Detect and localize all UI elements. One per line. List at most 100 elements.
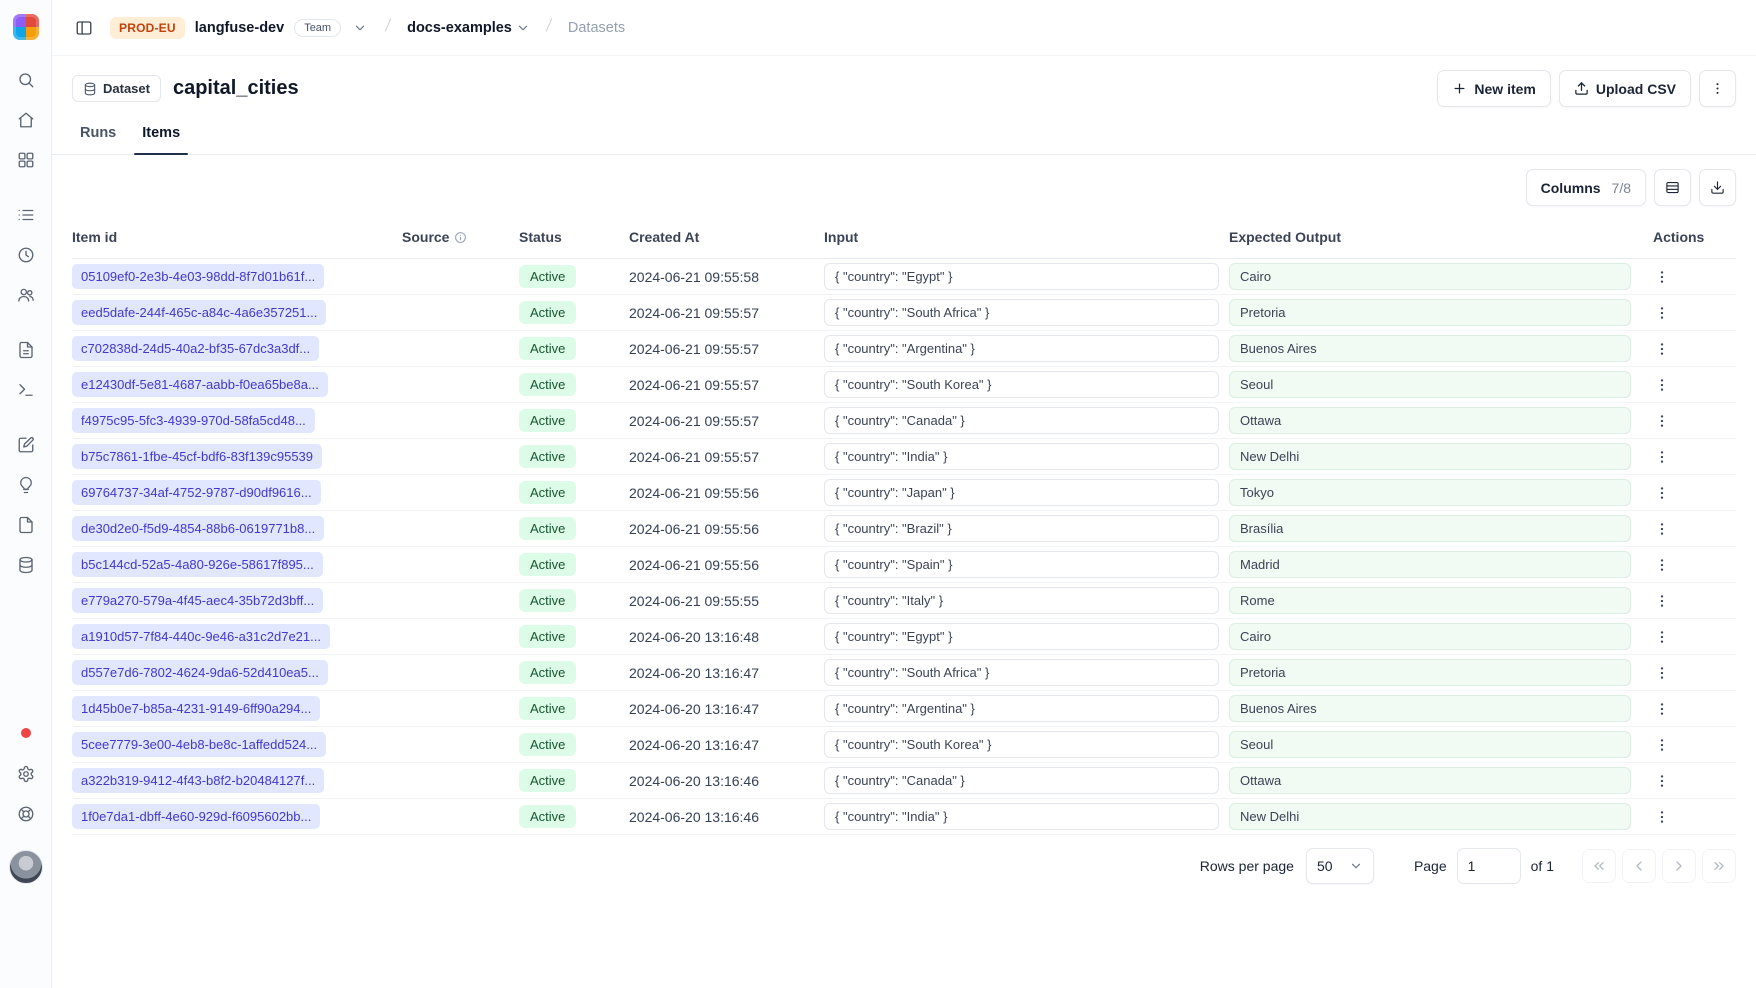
row-actions-button[interactable]	[1649, 336, 1675, 362]
row-actions-button[interactable]	[1649, 732, 1675, 758]
input-cell[interactable]: { "country": "India" }	[824, 443, 1219, 470]
item-id-link[interactable]: f4975c95-5fc3-4939-970d-58fa5cd48...	[72, 408, 315, 433]
page-number-input[interactable]	[1457, 848, 1521, 884]
row-actions-button[interactable]	[1649, 264, 1675, 290]
next-page-button[interactable]	[1662, 849, 1696, 883]
sidebar-tracing-button[interactable]	[10, 199, 42, 231]
item-id-link[interactable]: e779a270-579a-4f45-aec4-35b72d3bff...	[72, 588, 323, 613]
item-id-link[interactable]: a322b319-9412-4f43-b8f2-b20484127f...	[72, 768, 324, 793]
row-actions-button[interactable]	[1649, 624, 1675, 650]
expected-output-cell[interactable]: Seoul	[1229, 731, 1631, 758]
item-id-link[interactable]: d557e7d6-7802-4624-9da6-52d410ea5...	[72, 660, 328, 685]
sidebar-toggle-button[interactable]	[68, 12, 100, 44]
rows-per-page-select[interactable]: 50	[1306, 848, 1374, 884]
expected-output-cell[interactable]: Brasília	[1229, 515, 1631, 542]
row-actions-button[interactable]	[1649, 804, 1675, 830]
row-actions-button[interactable]	[1649, 588, 1675, 614]
expected-output-cell[interactable]: Tokyo	[1229, 479, 1631, 506]
expected-output-cell[interactable]: Rome	[1229, 587, 1631, 614]
previous-page-button[interactable]	[1622, 849, 1656, 883]
sidebar-support-button[interactable]	[10, 798, 42, 830]
expected-output-cell[interactable]: Buenos Aires	[1229, 335, 1631, 362]
input-cell[interactable]: { "country": "Argentina" }	[824, 695, 1219, 722]
sidebar-prompts-button[interactable]	[10, 334, 42, 366]
expected-output-cell[interactable]: New Delhi	[1229, 443, 1631, 470]
sidebar-home-button[interactable]	[10, 104, 42, 136]
sidebar-users-button[interactable]	[10, 279, 42, 311]
input-cell[interactable]: { "country": "Japan" }	[824, 479, 1219, 506]
item-id-link[interactable]: 1d45b0e7-b85a-4231-9149-6ff90a294...	[72, 696, 320, 721]
input-cell[interactable]: { "country": "Egypt" }	[824, 263, 1219, 290]
row-actions-button[interactable]	[1649, 552, 1675, 578]
dataset-more-actions-button[interactable]	[1699, 70, 1736, 107]
first-page-button[interactable]	[1582, 849, 1616, 883]
item-id-link[interactable]: 05109ef0-2e3b-4e03-98dd-8f7d01b61f...	[72, 264, 324, 289]
upload-csv-button[interactable]: Upload CSV	[1559, 70, 1691, 107]
column-header-expected-output[interactable]: Expected Output	[1229, 216, 1641, 259]
input-cell[interactable]: { "country": "India" }	[824, 803, 1219, 830]
sidebar-search-button[interactable]	[10, 64, 42, 96]
input-cell[interactable]: { "country": "Canada" }	[824, 767, 1219, 794]
sidebar-annotation-button[interactable]	[10, 429, 42, 461]
item-id-link[interactable]: b5c144cd-52a5-4a80-926e-58617f895...	[72, 552, 323, 577]
input-cell[interactable]: { "country": "Argentina" }	[824, 335, 1219, 362]
input-cell[interactable]: { "country": "Spain" }	[824, 551, 1219, 578]
column-header-input[interactable]: Input	[824, 216, 1229, 259]
expected-output-cell[interactable]: Madrid	[1229, 551, 1631, 578]
item-id-link[interactable]: b75c7861-1fbe-45cf-bdf6-83f139c95539	[72, 444, 322, 469]
item-id-link[interactable]: 1f0e7da1-dbff-4e60-929d-f6095602bb...	[72, 804, 320, 829]
expected-output-cell[interactable]: Ottawa	[1229, 407, 1631, 434]
row-actions-button[interactable]	[1649, 408, 1675, 434]
org-switcher-button[interactable]	[351, 19, 369, 37]
sidebar-dashboards-button[interactable]	[10, 144, 42, 176]
input-cell[interactable]: { "country": "South Africa" }	[824, 659, 1219, 686]
input-cell[interactable]: { "country": "South Korea" }	[824, 731, 1219, 758]
project-name[interactable]: docs-examples	[407, 20, 530, 36]
item-id-link[interactable]: de30d2e0-f5d9-4854-88b6-0619771b8...	[72, 516, 324, 541]
item-id-link[interactable]: e12430df-5e81-4687-aabb-f0ea65be8a...	[72, 372, 328, 397]
input-cell[interactable]: { "country": "Canada" }	[824, 407, 1219, 434]
sidebar-playground-button[interactable]	[10, 374, 42, 406]
row-actions-button[interactable]	[1649, 300, 1675, 326]
row-actions-button[interactable]	[1649, 480, 1675, 506]
sidebar-evaluation-button[interactable]	[10, 469, 42, 501]
tab-runs[interactable]: Runs	[72, 115, 124, 154]
expected-output-cell[interactable]: Cairo	[1229, 623, 1631, 650]
row-actions-button[interactable]	[1649, 372, 1675, 398]
last-page-button[interactable]	[1702, 849, 1736, 883]
sidebar-datasets-button[interactable]	[10, 549, 42, 581]
row-actions-button[interactable]	[1649, 660, 1675, 686]
row-actions-button[interactable]	[1649, 516, 1675, 542]
item-id-link[interactable]: 69764737-34af-4752-9787-d90df9616...	[72, 480, 321, 505]
row-height-button[interactable]	[1654, 169, 1691, 206]
row-actions-button[interactable]	[1649, 768, 1675, 794]
expected-output-cell[interactable]: Cairo	[1229, 263, 1631, 290]
new-item-button[interactable]: New item	[1437, 70, 1550, 107]
column-header-source[interactable]: Source	[402, 216, 519, 259]
export-button[interactable]	[1699, 169, 1736, 206]
sidebar-scores-button[interactable]	[10, 509, 42, 541]
expected-output-cell[interactable]: Pretoria	[1229, 659, 1631, 686]
columns-button[interactable]: Columns 7/8	[1526, 169, 1646, 206]
breadcrumb-current-section[interactable]: Datasets	[568, 20, 625, 36]
column-header-item-id[interactable]: Item id	[72, 216, 402, 259]
input-cell[interactable]: { "country": "Brazil" }	[824, 515, 1219, 542]
column-header-status[interactable]: Status	[519, 216, 629, 259]
input-cell[interactable]: { "country": "Egypt" }	[824, 623, 1219, 650]
item-id-link[interactable]: c702838d-24d5-40a2-bf35-67dc3a3df...	[72, 336, 319, 361]
input-cell[interactable]: { "country": "Italy" }	[824, 587, 1219, 614]
expected-output-cell[interactable]: Ottawa	[1229, 767, 1631, 794]
expected-output-cell[interactable]: Buenos Aires	[1229, 695, 1631, 722]
expected-output-cell[interactable]: Seoul	[1229, 371, 1631, 398]
sidebar-settings-button[interactable]	[10, 758, 42, 790]
row-actions-button[interactable]	[1649, 444, 1675, 470]
sidebar-sessions-button[interactable]	[10, 239, 42, 271]
item-id-link[interactable]: a1910d57-7f84-440c-9e46-a31c2d7e21...	[72, 624, 330, 649]
row-actions-button[interactable]	[1649, 696, 1675, 722]
organization-name[interactable]: langfuse-dev	[195, 20, 284, 36]
tab-items[interactable]: Items	[134, 115, 188, 154]
user-avatar[interactable]	[9, 850, 43, 884]
item-id-link[interactable]: 5cee7779-3e00-4eb8-be8c-1affedd524...	[72, 732, 326, 757]
expected-output-cell[interactable]: New Delhi	[1229, 803, 1631, 830]
expected-output-cell[interactable]: Pretoria	[1229, 299, 1631, 326]
